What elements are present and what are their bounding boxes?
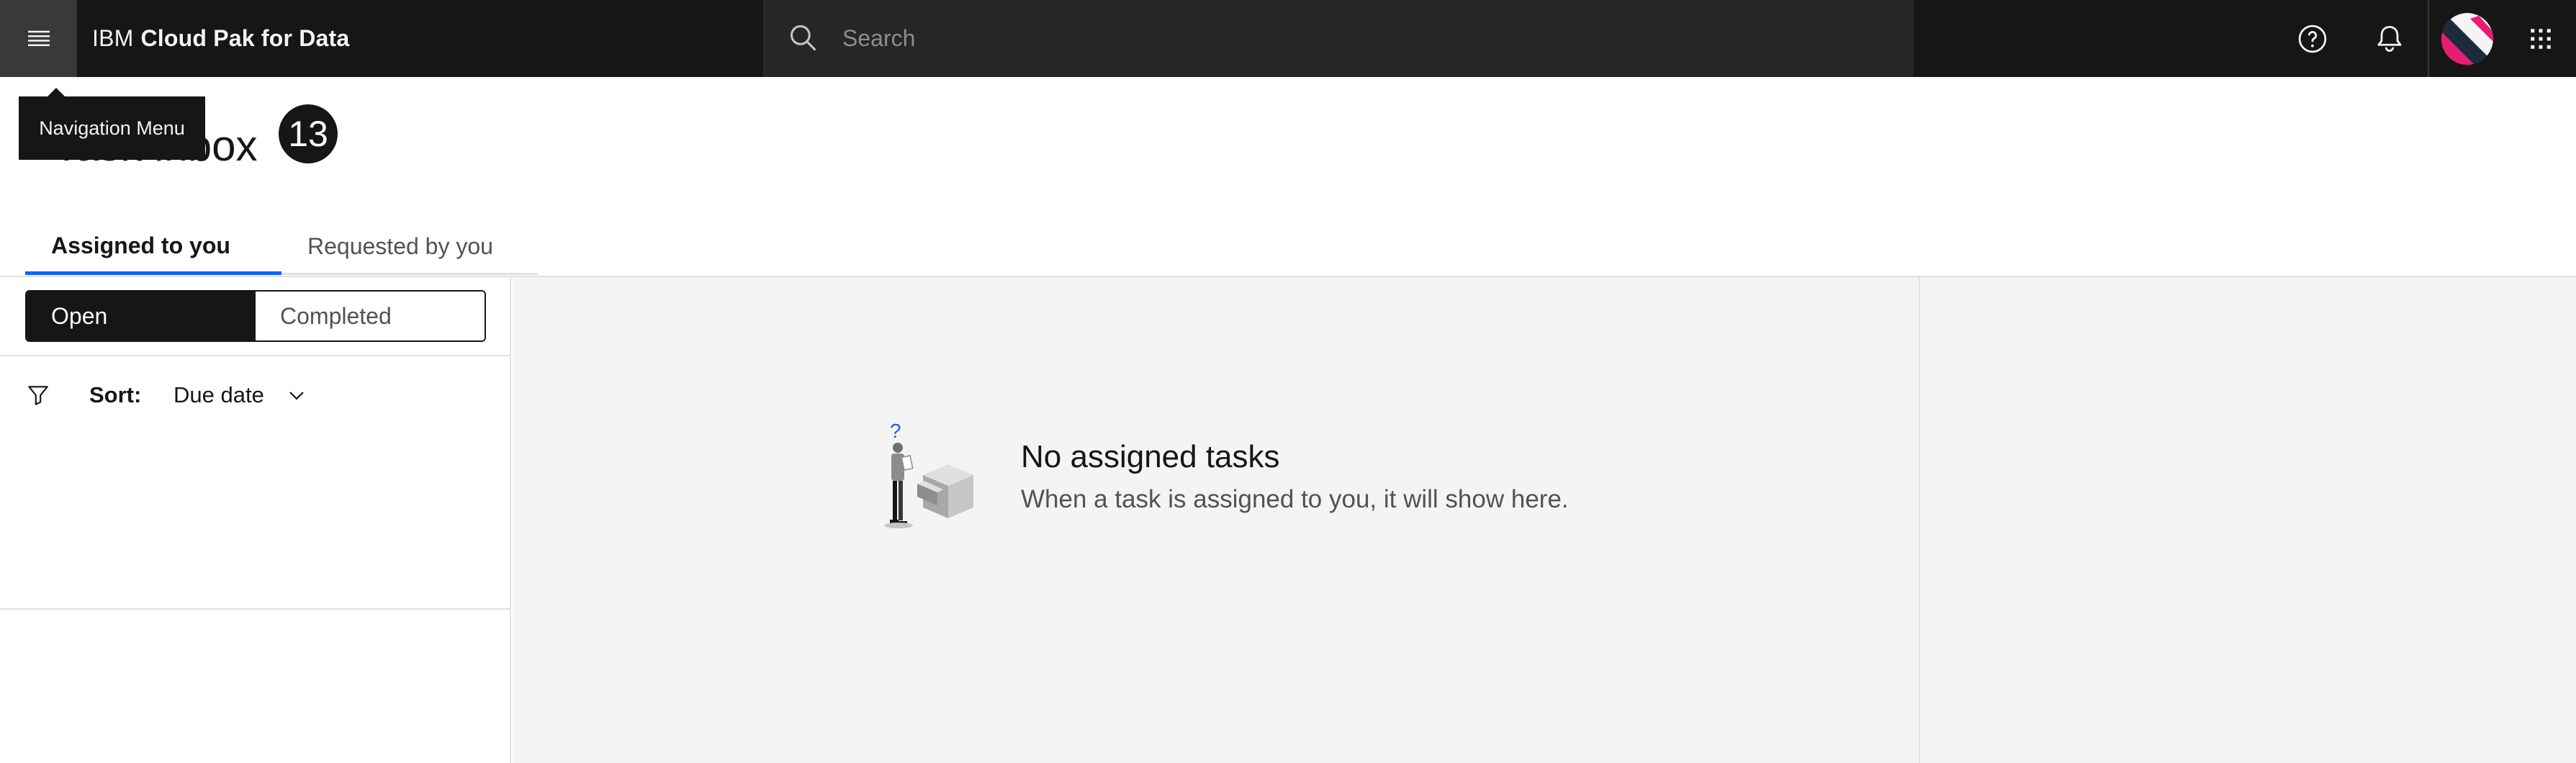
chevron-down-icon[interactable] [285,384,308,407]
step-count-badge: 13 [279,104,338,163]
product-name-link[interactable]: IBM Cloud Pak for Data [92,0,349,77]
global-search[interactable] [763,0,1914,77]
task-detail-panel [513,277,1919,763]
top-header: IBM Cloud Pak for Data [0,0,2576,77]
brand-label: IBM [92,25,134,51]
menu-icon [27,30,50,46]
switcher-open[interactable]: Open [27,292,256,340]
sort-label: Sort: [89,382,142,407]
help-icon [2298,24,2326,53]
user-profile-button[interactable] [2428,0,2505,77]
status-switcher: Open Completed [25,290,486,342]
empty-state-title: No assigned tasks [1021,439,1280,474]
navigation-menu-button[interactable] [0,0,77,77]
sort-dropdown[interactable]: Due date [174,382,264,408]
task-side-panel [1919,277,2576,763]
notification-icon [2377,25,2401,52]
product-label: Cloud Pak for Data [140,25,350,51]
avatar [2441,12,2493,65]
task-list-panel: Open Completed Sort: Due date [0,277,511,763]
empty-state-description: When a task is assigned to you, it will … [1021,485,1569,513]
panel-divider [0,608,511,610]
filter-icon[interactable] [26,383,50,407]
app-switcher-icon [2530,28,2551,49]
tab-requested-by-you[interactable]: Requested by you [282,220,538,275]
empty-state-illustration: ? [884,420,973,528]
switcher-completed[interactable]: Completed [256,292,485,340]
svg-text:?: ? [890,420,901,442]
navigation-menu-tooltip: Navigation Menu [19,88,205,160]
notifications-button[interactable] [2351,0,2428,77]
sort-row: Sort: Due date [0,356,510,435]
app-switcher-button[interactable] [2505,0,2576,77]
tab-assigned-to-you[interactable]: Assigned to you [25,220,282,275]
search-icon [790,24,816,51]
search-input[interactable] [842,0,1893,77]
task-tabs: Assigned to you Requested by you [25,220,538,275]
help-button[interactable] [2274,0,2351,77]
